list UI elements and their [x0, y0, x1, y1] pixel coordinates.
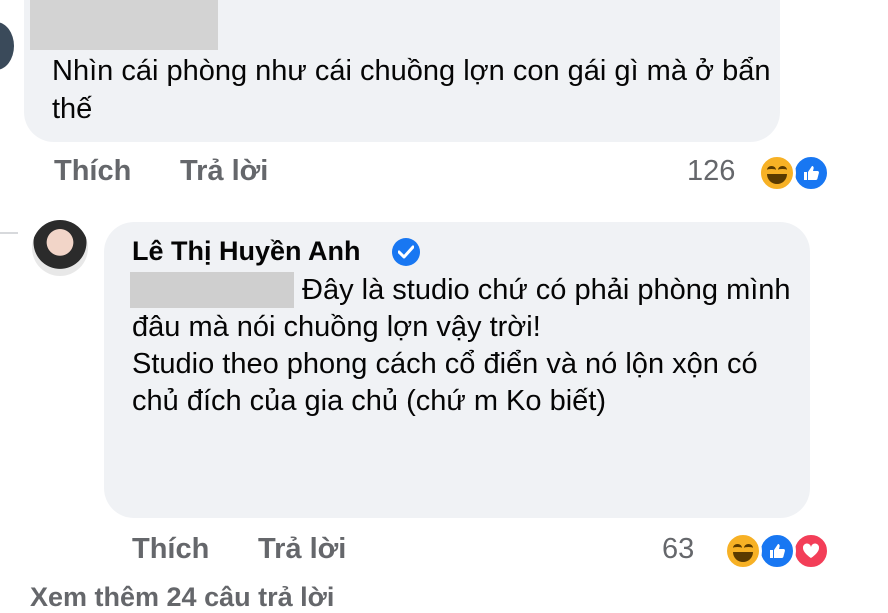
haha-icon[interactable] [724, 532, 762, 570]
view-more-replies-link[interactable]: Xem thêm 24 câu trả lời [30, 582, 334, 613]
verified-badge-icon [392, 238, 420, 266]
reply-like-button[interactable]: Thích [132, 533, 209, 566]
redacted-name [30, 0, 218, 50]
comment-text: Nhìn cái phòng như cái chuồng lợn con gá… [52, 55, 771, 125]
love-icon[interactable] [792, 532, 830, 570]
like-icon[interactable] [792, 154, 830, 192]
commenter-avatar[interactable] [0, 22, 14, 70]
reply-reaction-count[interactable]: 63 [662, 533, 694, 566]
reply-button[interactable]: Trả lời [180, 155, 268, 188]
like-icon[interactable] [758, 532, 796, 570]
avatar[interactable] [32, 220, 88, 276]
redacted-mention [130, 272, 294, 308]
reply-author-name[interactable]: Lê Thị Huyền Anh [132, 236, 361, 267]
like-button[interactable]: Thích [54, 155, 131, 188]
haha-icon[interactable] [758, 154, 796, 192]
thread-line [0, 232, 18, 234]
reply-reply-button[interactable]: Trả lời [258, 533, 346, 566]
reaction-count[interactable]: 126 [687, 155, 735, 188]
